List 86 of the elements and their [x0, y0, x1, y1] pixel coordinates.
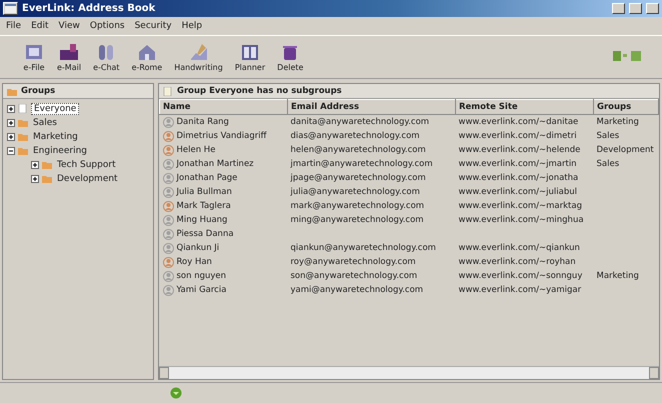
minimize-button[interactable] [612, 3, 625, 14]
menu-item[interactable]: Security [134, 21, 172, 31]
connection-status-icon [170, 387, 182, 399]
table-cell: Sales [596, 131, 620, 141]
column-header[interactable]: Groups [594, 100, 658, 114]
toolbar-button[interactable]: Handwriting [171, 42, 226, 72]
toolbar-button[interactable]: e-Chat [90, 42, 123, 72]
table-cell: Roy Han [176, 257, 212, 267]
toolbar-button[interactable]: e-Mail [54, 42, 84, 72]
expand-icon[interactable] [31, 174, 39, 182]
table-cell: jmartin@anywaretechnology.com [290, 159, 433, 169]
table-cell: www.everlink.com/~helende [458, 145, 580, 155]
table-cell: roy@anywaretechnology.com [290, 257, 416, 267]
expand-icon[interactable] [31, 160, 39, 168]
table-cell: Sales [596, 159, 620, 169]
table-cell: www.everlink.com/~dimetri [458, 131, 577, 141]
document-icon [163, 86, 173, 96]
expand-icon[interactable] [7, 118, 15, 126]
planner-icon [239, 42, 261, 62]
tree-item[interactable]: Development [55, 174, 120, 184]
column-header[interactable]: Email Address [288, 100, 456, 114]
table-cell: yami@anywaretechnology.com [290, 285, 424, 295]
table-cell: mark@anywaretechnology.com [290, 201, 424, 211]
table-cell: www.everlink.com/~danitae [458, 117, 578, 127]
tree-item[interactable]: Marketing [31, 132, 80, 142]
expand-icon[interactable] [7, 104, 15, 112]
folder-icon [7, 86, 17, 96]
table-cell: son@anywaretechnology.com [290, 271, 418, 281]
table-cell: Mark Taglera [176, 201, 231, 211]
column-header[interactable]: Name [160, 100, 288, 114]
toolbar-button[interactable]: Planner [232, 42, 268, 72]
table-cell: jpage@anywaretechnology.com [290, 173, 426, 183]
table-cell: www.everlink.com/~minghua [458, 215, 584, 225]
table-cell: www.everlink.com/~marktag [458, 201, 582, 211]
expand-icon[interactable] [7, 132, 15, 140]
table-cell: Development [596, 145, 654, 155]
table-cell: son nguyen [176, 271, 226, 281]
table-cell: www.everlink.com/~jonatha [458, 173, 578, 183]
column-header[interactable]: Remote Site [456, 100, 594, 114]
tree-item[interactable]: Engineering [31, 146, 89, 156]
table-cell: ming@anywaretechnology.com [290, 215, 424, 225]
table-cell: Piessa Danna [176, 229, 234, 239]
document-icon [18, 104, 28, 113]
table-cell: Julia Bullman [176, 187, 232, 197]
table-cell: danita@anywaretechnology.com [290, 117, 430, 127]
table-cell: Jonathan Page [176, 173, 238, 183]
menu-item[interactable]: Edit [31, 21, 48, 31]
menu-item[interactable]: File [6, 21, 22, 31]
window-title: EverLink: Address Book [22, 3, 156, 14]
table-cell: Yami Garcia [176, 285, 226, 295]
table-cell: Marketing [596, 271, 639, 281]
table-cell: dias@anywaretechnology.com [290, 131, 420, 141]
table-cell: Marketing [596, 117, 639, 127]
toolbar-button[interactable]: Delete [274, 42, 306, 72]
network-status-icon [612, 49, 642, 63]
table-cell: julia@anywaretechnology.com [290, 187, 420, 197]
table-cell: Dimetrius Vandiagriff [176, 131, 266, 141]
tree-item[interactable]: Sales [31, 118, 59, 128]
table-cell: Helen He [176, 145, 216, 155]
table-cell: www.everlink.com/~jmartin [458, 159, 577, 169]
table-cell: helen@anywaretechnology.com [290, 145, 426, 155]
table-cell: Qiankun Ji [176, 243, 220, 253]
app-icon [3, 2, 18, 15]
collapse-icon[interactable] [7, 146, 15, 154]
tree-item[interactable]: Everyone [31, 102, 80, 114]
toolbar-button[interactable]: e-Rome [128, 42, 166, 72]
document-icon [23, 42, 45, 62]
table-cell: Danita Rang [176, 117, 229, 127]
menu-item[interactable]: Options [90, 21, 125, 31]
table-cell: Ming Huang [176, 215, 228, 225]
group-caption: Group Everyone has no subgroups [177, 86, 342, 96]
maximize-button[interactable] [629, 3, 642, 14]
table-cell: qiankun@anywaretechnology.com [290, 243, 436, 253]
table-cell: www.everlink.com/~qiankun [458, 243, 580, 253]
panel-title: Groups [21, 86, 56, 96]
table-cell: Jonathan Martinez [176, 159, 254, 169]
close-button[interactable] [646, 3, 659, 14]
table-cell: www.everlink.com/~juliabul [458, 187, 577, 197]
menu-item[interactable]: Help [182, 21, 202, 31]
table-cell: www.everlink.com/~royhan [458, 257, 576, 267]
table-cell: www.everlink.com/~sonnguy [458, 271, 582, 281]
toolbar-button[interactable]: e-File [20, 42, 48, 72]
table-cell: www.everlink.com/~yamigar [458, 285, 582, 295]
menu-item[interactable]: View [58, 21, 80, 31]
mail-icon [58, 42, 80, 62]
tree-item[interactable]: Tech Support [55, 160, 118, 170]
